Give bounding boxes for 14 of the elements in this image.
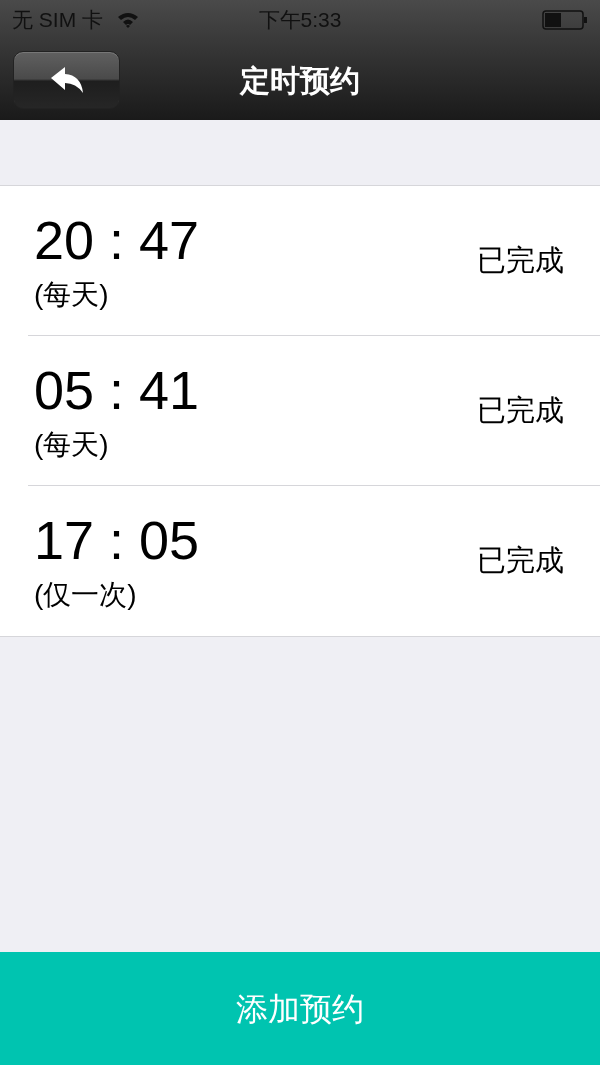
- schedule-time: 17 : 05: [34, 509, 200, 571]
- schedule-time: 20 : 47: [34, 208, 200, 271]
- add-schedule-button[interactable]: 添加预约: [0, 952, 600, 1065]
- schedule-time: 05 : 41: [34, 358, 200, 421]
- status-label: 已完成: [477, 242, 564, 278]
- wifi-icon: [117, 12, 139, 28]
- repeat-label: (每天): [34, 427, 110, 462]
- repeat-label: (每天): [34, 277, 110, 312]
- status-label: 已完成: [477, 392, 564, 428]
- screen-title: 定时预约: [240, 62, 360, 99]
- repeat-label: (仅一次): [34, 578, 138, 612]
- status-label: 已完成: [477, 543, 564, 579]
- battery-icon: [542, 10, 588, 30]
- back-button[interactable]: [13, 51, 120, 109]
